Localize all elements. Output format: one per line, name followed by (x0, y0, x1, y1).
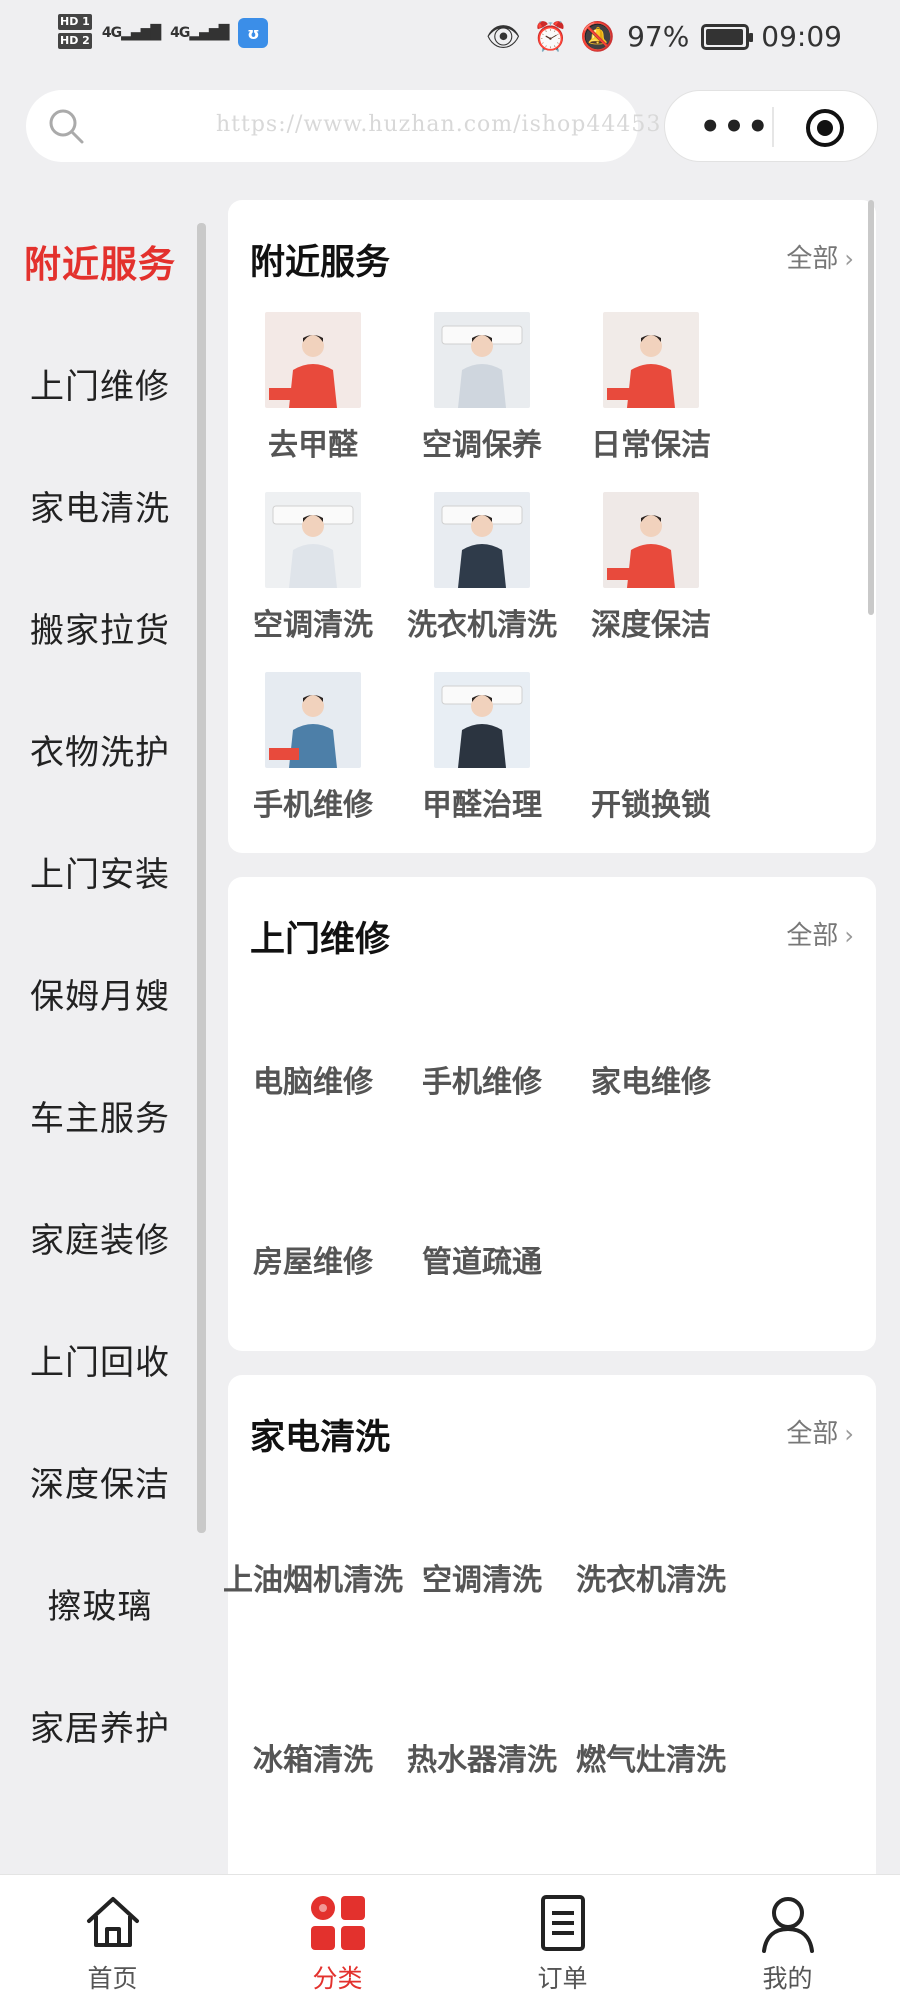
battery-fill (706, 28, 744, 45)
section-title: 附近服务 (250, 243, 391, 283)
status-bar: HD 1 HD 2 4G▂▄▆█ 4G▂▄▆█ ʊ 👁 ⏰ 🔕 97% 09:0… (0, 0, 900, 80)
sidebar-item[interactable]: 附近服务 (0, 200, 200, 322)
service-thumbnail (434, 312, 530, 408)
profile-icon (761, 1897, 814, 1953)
tab-orders-label: 订单 (537, 1964, 588, 1993)
bottom-tab-bar: 首页 分类 订单 我的 (0, 1874, 900, 2000)
sidebar-item[interactable]: 保姆月嫂 (0, 932, 200, 1054)
section-card-repair: 上门维修 全部 › 电脑维修 手机维修 家电维修 房屋维修 管道疏通 (228, 877, 876, 1351)
view-all-link[interactable]: 全部 › (786, 915, 854, 952)
sidebar-item[interactable]: 家电清洗 (0, 444, 200, 566)
category-icon (310, 1896, 365, 1950)
mini-program-capsule: ••• (664, 90, 878, 162)
search-bar[interactable]: https://www.huzhan.com/ishop44453 (26, 90, 660, 162)
chevron-right-icon: › (844, 245, 854, 273)
service-item[interactable]: 燃气灶清洗 (543, 1735, 759, 1779)
eye-icon: 👁 (485, 20, 522, 53)
signal-icon-2: 4G▂▄▆█ (170, 25, 229, 41)
content-scrollbar[interactable] (868, 200, 874, 615)
sidebar-item[interactable]: 深度保洁 (0, 1420, 200, 1542)
service-item[interactable]: 开锁换锁 (543, 672, 759, 824)
service-thumbnail (265, 312, 361, 408)
mute-icon: 🔕 (580, 20, 616, 53)
sidebar-item[interactable]: 上门维修 (0, 322, 200, 444)
section-title: 上门维修 (250, 920, 391, 960)
service-item[interactable]: 家电维修 (543, 1057, 759, 1101)
view-all-label: 全部 (786, 1419, 839, 1449)
service-label: 燃气灶清洗 (576, 1743, 726, 1778)
hd1-label: HD 1 (58, 14, 92, 30)
section-card-appliance-cleaning: 家电清洗 全部 › 上油烟机清洗 空调清洗 洗衣机清洗 冰箱清洗 热水器清洗 燃气灶清洗 (223, 1375, 876, 1895)
tab-orders[interactable]: 订单 (450, 1875, 675, 2000)
service-label: 管道疏通 (422, 1245, 542, 1280)
service-label: 家电维修 (591, 1065, 711, 1100)
service-label: 开锁换锁 (591, 788, 711, 823)
status-left: HD 1 HD 2 4G▂▄▆█ 4G▂▄▆█ ʊ (58, 14, 269, 52)
view-all-label: 全部 (786, 921, 839, 951)
tab-category[interactable]: 分类 (225, 1875, 450, 2000)
service-thumbnail (434, 672, 530, 768)
chevron-right-icon: › (844, 922, 854, 950)
status-right: 👁 ⏰ 🔕 97% 09:09 (486, 20, 842, 53)
service-label: 洗衣机清洗 (576, 1563, 726, 1598)
tab-profile[interactable]: 我的 (675, 1875, 900, 2000)
service-thumbnail (434, 492, 530, 588)
ellipsis-icon[interactable]: ••• (695, 91, 775, 163)
tab-home[interactable]: 首页 (0, 1875, 225, 2000)
sidebar-item[interactable]: 上门安装 (0, 810, 200, 932)
sidebar-item[interactable]: 上门回收 (0, 1298, 200, 1420)
sidebar-item[interactable]: 搬家拉货 (0, 566, 200, 688)
service-thumbnail (603, 672, 699, 768)
service-label: 日常保洁 (591, 428, 711, 463)
section-title: 家电清洗 (250, 1418, 391, 1458)
sidebar-item[interactable]: 衣物洗护 (0, 688, 200, 810)
search-icon (49, 109, 84, 144)
view-all-label: 全部 (786, 244, 839, 274)
alarm-icon: ⏰ (533, 20, 569, 53)
chevron-right-icon: › (844, 1420, 854, 1448)
view-all-link[interactable]: 全部 › (786, 238, 854, 275)
hd2-label: HD 2 (58, 33, 92, 49)
service-label: 深度保洁 (591, 608, 711, 643)
service-item[interactable]: 日常保洁 (543, 312, 759, 464)
sidebar-item[interactable]: 家庭装修 (0, 1176, 200, 1298)
service-item[interactable]: 管道疏通 (374, 1237, 590, 1281)
watermark-text: https://www.huzhan.com/ishop44453 (216, 112, 662, 137)
order-icon (540, 1895, 585, 1951)
sidebar-item[interactable]: 车主服务 (0, 1054, 200, 1176)
battery-icon (701, 23, 754, 50)
service-thumbnail (603, 492, 699, 588)
battery-percent: 97% (627, 20, 690, 53)
service-thumbnail (265, 672, 361, 768)
app-notification-icon: ʊ (238, 18, 269, 48)
signal2-label: 4G (170, 25, 190, 41)
service-item[interactable]: 深度保洁 (543, 492, 759, 644)
home-icon (86, 1897, 139, 1947)
clock: 09:09 (761, 20, 842, 53)
service-thumbnail (603, 312, 699, 408)
section-card-nearby: 附近服务 全部 › 去甲醛 空调保养 日常保洁 空调清洗 洗衣机清洗 深度保洁 手机维修 甲醛治… (228, 200, 876, 853)
tab-home-label: 首页 (87, 1964, 138, 1993)
sidebar-item[interactable]: 家居养护 (0, 1664, 200, 1786)
tab-category-label: 分类 (312, 1964, 363, 1993)
service-thumbnail (265, 492, 361, 588)
view-all-link[interactable]: 全部 › (786, 1413, 854, 1450)
category-sidebar: 附近服务 上门维修 家电清洗 搬家拉货 衣物洗护 上门安装 保姆月嫂 车主服务 家庭装修 上门回收… (0, 200, 200, 1786)
signal1-label: 4G (101, 25, 122, 41)
signal-icon: 4G▂▄▆█ (101, 25, 161, 41)
target-icon[interactable] (805, 108, 845, 148)
tab-profile-label: 我的 (762, 1964, 813, 1993)
service-item[interactable]: 洗衣机清洗 (543, 1555, 759, 1599)
capsule-divider (772, 107, 774, 147)
sidebar-item[interactable]: 擦玻璃 (0, 1542, 200, 1664)
hd-indicator: HD 1 HD 2 (58, 14, 92, 52)
